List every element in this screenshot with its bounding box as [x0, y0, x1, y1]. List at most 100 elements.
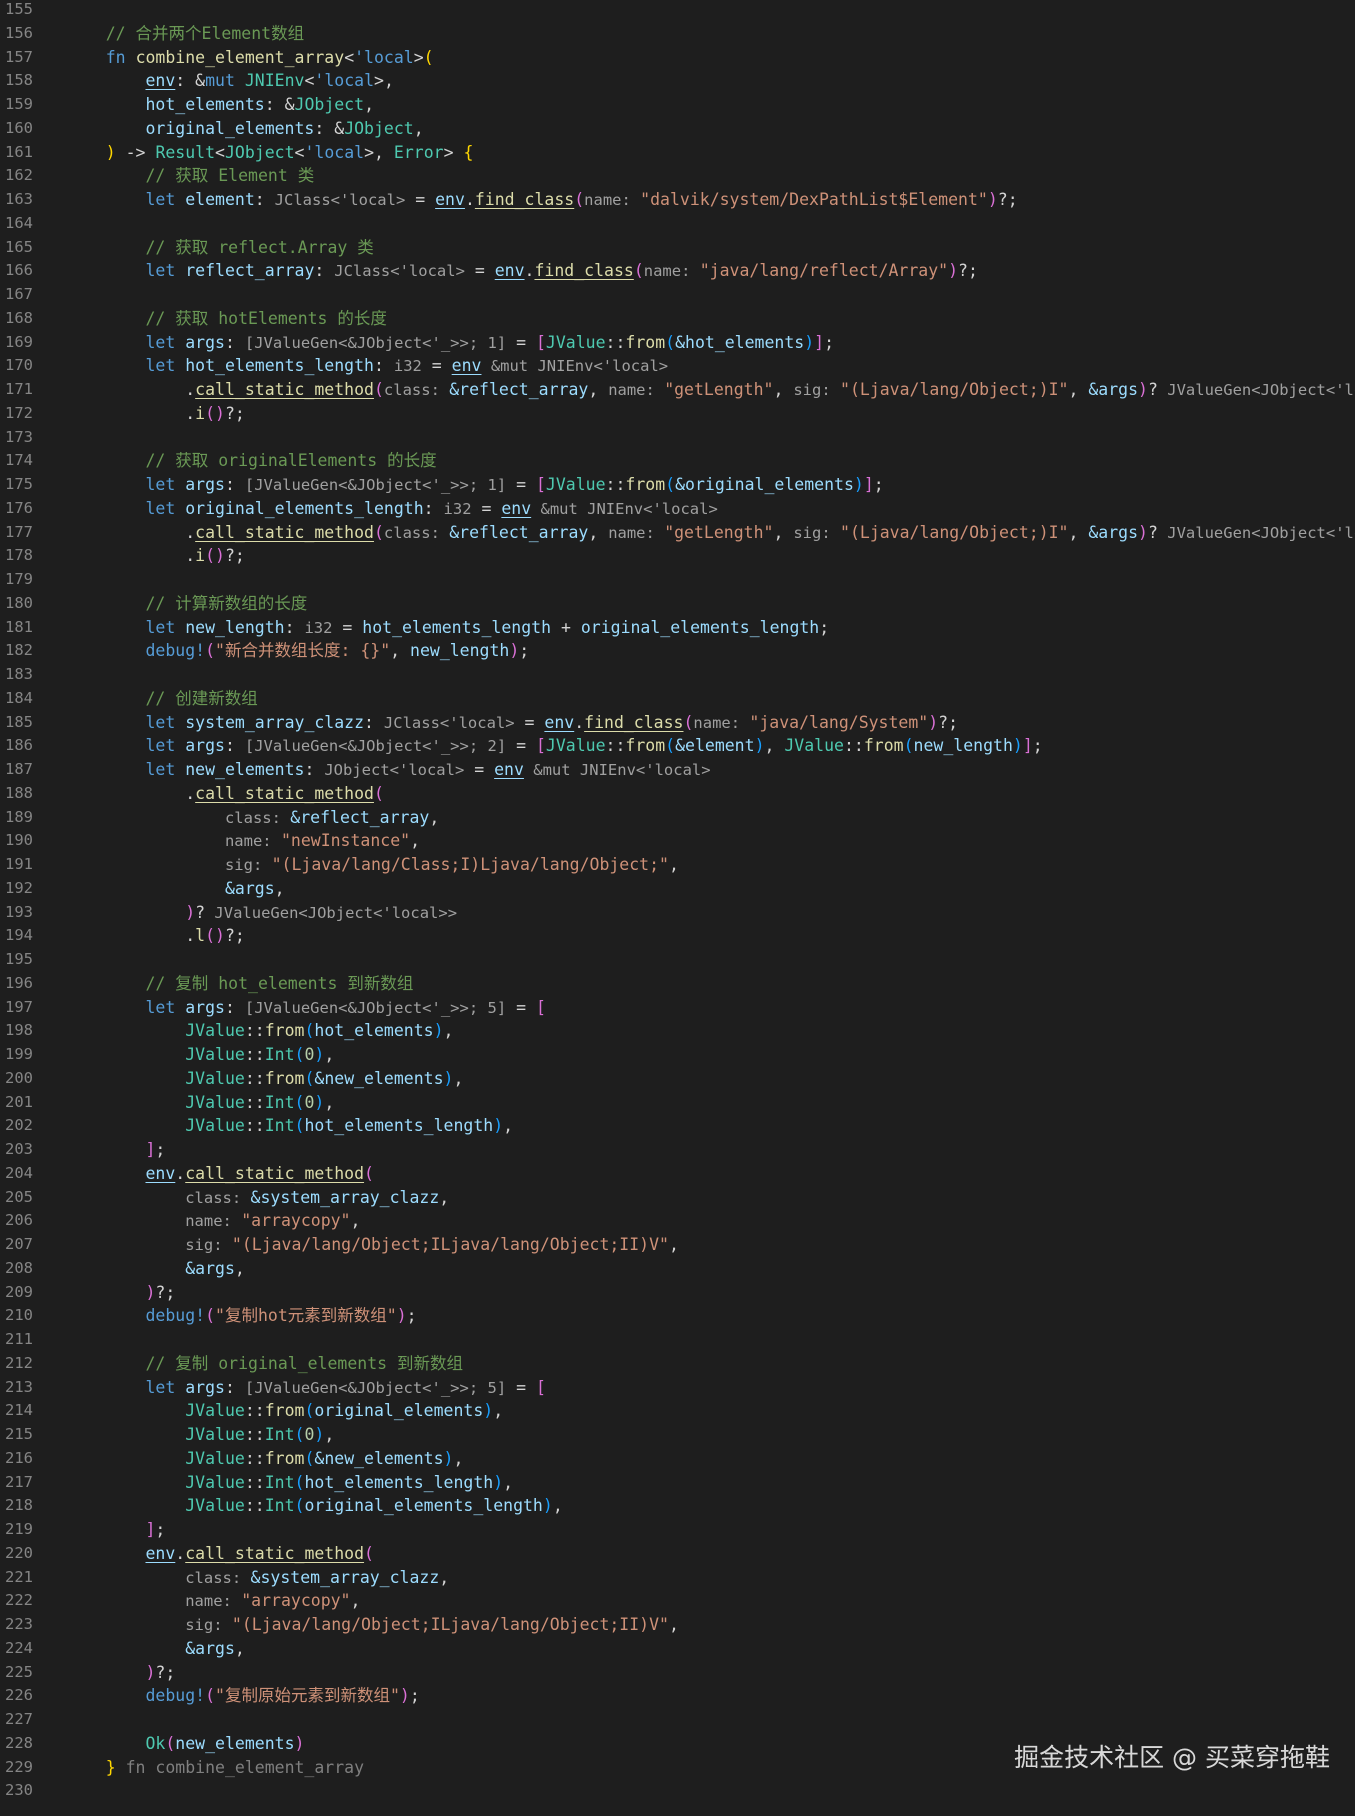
code-token: from — [625, 736, 666, 756]
code-line[interactable]: 178 .i()?; — [0, 544, 1355, 568]
code-line[interactable]: 219 ]; — [0, 1518, 1355, 1542]
code-token: &mut JNIEnv<'local> — [481, 357, 669, 376]
code-token: ) — [396, 1306, 407, 1326]
code-line[interactable]: 205 class: &system_array_clazz, — [0, 1186, 1355, 1210]
code-editor[interactable]: 155 156 // 合并两个Element数组 157 fn combine_el… — [0, 0, 1355, 1803]
code-line[interactable]: 197 let args: [JValueGen<&JObject<'_>>; … — [0, 996, 1355, 1020]
code-line[interactable]: 186 let args: [JValueGen<&JObject<'_>>; … — [0, 734, 1355, 758]
code-line[interactable]: 212 // 复制 original_elements 到新数组 — [0, 1352, 1355, 1376]
code-line[interactable]: 170 let hot_elements_length: i32 = env &… — [0, 354, 1355, 378]
code-line[interactable]: 216 JValue::from(&new_elements), — [0, 1447, 1355, 1471]
code-line[interactable]: 215 JValue::Int(0), — [0, 1423, 1355, 1447]
code-token: ?; — [224, 403, 245, 423]
code-line[interactable]: 226 debug!("复制原始元素到新数组"); — [0, 1684, 1355, 1708]
code-line[interactable]: 196 // 复制 hot_elements 到新数组 — [0, 972, 1355, 996]
code-line[interactable]: 191 sig: "(Ljava/lang/Class;I)Ljava/lang… — [0, 853, 1355, 877]
code-line[interactable]: 179 — [0, 568, 1355, 592]
code-token: JValue — [545, 332, 606, 352]
code-line[interactable]: 209 )?; — [0, 1281, 1355, 1305]
code-line[interactable]: 202 JValue::Int(hot_elements_length), — [0, 1114, 1355, 1138]
code-line[interactable]: 185 let system_array_clazz: JClass<'loca… — [0, 711, 1355, 735]
code-token: // 获取 hotElements 的长度 — [145, 308, 387, 328]
code-line[interactable]: 201 JValue::Int(0), — [0, 1091, 1355, 1115]
code-line[interactable]: 162 // 获取 Element 类 — [0, 164, 1355, 188]
code-content: ]; — [66, 1138, 165, 1162]
code-line[interactable]: 160 original_elements: &JObject, — [0, 117, 1355, 141]
code-line[interactable]: 227 — [0, 1708, 1355, 1732]
line-number: 157 — [5, 47, 33, 66]
code-line[interactable]: 192 &args, — [0, 877, 1355, 901]
code-token: ] — [814, 332, 825, 352]
code-line[interactable]: 182 debug!("新合并数组长度: {}", new_length); — [0, 639, 1355, 663]
code-line[interactable]: 180 // 计算新数组的长度 — [0, 592, 1355, 616]
code-line[interactable]: 203 ]; — [0, 1138, 1355, 1162]
code-line[interactable]: 175 let args: [JValueGen<&JObject<'_>>; … — [0, 473, 1355, 497]
code-line[interactable]: 166 let reflect_array: JClass<'local> = … — [0, 259, 1355, 283]
code-token: combine_element_array — [135, 47, 345, 67]
code-line[interactable]: 163 let element: JClass<'local> = env.fi… — [0, 188, 1355, 212]
code-line[interactable]: 157 fn combine_element_array<'local>( — [0, 46, 1355, 70]
code-line[interactable]: 171 .call_static_method(class: &reflect_… — [0, 378, 1355, 402]
code-line[interactable]: 194 .l()?; — [0, 924, 1355, 948]
code-line[interactable]: 165 // 获取 reflect.Array 类 — [0, 236, 1355, 260]
code-line[interactable]: 199 JValue::Int(0), — [0, 1043, 1355, 1067]
code-line[interactable]: 230 — [0, 1779, 1355, 1803]
code-token: call_static_method — [185, 1543, 365, 1563]
code-line[interactable]: 181 let new_length: i32 = hot_elements_l… — [0, 616, 1355, 640]
code-token: // 复制 hot_elements 到新数组 — [145, 973, 414, 993]
code-line[interactable]: 218 JValue::Int(original_elements_length… — [0, 1494, 1355, 1518]
code-token: hot_elements_length — [304, 1472, 494, 1492]
code-line[interactable]: 168 // 获取 hotElements 的长度 — [0, 307, 1355, 331]
code-line[interactable]: 207 sig: "(Ljava/lang/Object;ILjava/lang… — [0, 1233, 1355, 1257]
code-line[interactable]: 206 name: "arraycopy", — [0, 1209, 1355, 1233]
code-token: "(Ljava/lang/Object;ILjava/lang/Object;I… — [231, 1235, 669, 1254]
code-line[interactable]: 187 let new_elements: JObject<'local> = … — [0, 758, 1355, 782]
code-line[interactable]: 156 // 合并两个Element数组 — [0, 22, 1355, 46]
code-line[interactable]: 183 — [0, 663, 1355, 687]
code-line[interactable]: 184 // 创建新数组 — [0, 687, 1355, 711]
code-line[interactable]: 167 — [0, 283, 1355, 307]
code-line[interactable]: 193 )? JValueGen<JObject<'local>> — [0, 901, 1355, 925]
code-token: // 获取 Element 类 — [145, 166, 315, 186]
line-number: 223 — [5, 1615, 33, 1633]
code-line[interactable]: 221 class: &system_array_clazz, — [0, 1566, 1355, 1590]
code-line[interactable]: 214 JValue::from(original_elements), — [0, 1399, 1355, 1423]
code-token: debug! — [145, 1686, 206, 1706]
code-line[interactable]: 188 .call_static_method( — [0, 782, 1355, 806]
code-line[interactable]: 211 — [0, 1328, 1355, 1352]
code-line[interactable]: 210 debug!("复制hot元素到新数组"); — [0, 1304, 1355, 1328]
code-line[interactable]: 208 &args, — [0, 1257, 1355, 1281]
code-line[interactable]: 173 — [0, 426, 1355, 450]
code-line[interactable]: 200 JValue::from(&new_elements), — [0, 1067, 1355, 1091]
code-line[interactable]: 220 env.call_static_method( — [0, 1542, 1355, 1566]
code-line[interactable]: 176 let original_elements_length: i32 = … — [0, 497, 1355, 521]
code-line[interactable]: 155 — [0, 0, 1355, 22]
code-token: , — [364, 95, 374, 114]
code-line[interactable]: 172 .i()?; — [0, 402, 1355, 426]
code-line[interactable]: 169 let args: [JValueGen<&JObject<'_>>; … — [0, 331, 1355, 355]
code-line[interactable]: 223 sig: "(Ljava/lang/Object;ILjava/lang… — [0, 1613, 1355, 1637]
code-line[interactable]: 217 JValue::Int(hot_elements_length), — [0, 1471, 1355, 1495]
code-line[interactable]: 224 &args, — [0, 1637, 1355, 1661]
code-line[interactable]: 161 ) -> Result<JObject<'local>, Error> … — [0, 141, 1355, 165]
code-line[interactable]: 189 class: &reflect_array, — [0, 806, 1355, 830]
code-content: name: "arraycopy", — [66, 1589, 360, 1613]
code-line[interactable]: 174 // 获取 originalElements 的长度 — [0, 449, 1355, 473]
code-line[interactable]: 225 )?; — [0, 1661, 1355, 1685]
code-token: &args — [224, 878, 275, 898]
code-line[interactable]: 190 name: "newInstance", — [0, 829, 1355, 853]
code-line[interactable]: 195 — [0, 948, 1355, 972]
code-line[interactable]: 198 JValue::from(hot_elements), — [0, 1019, 1355, 1043]
code-line[interactable]: 159 hot_elements: &JObject, — [0, 93, 1355, 117]
code-line[interactable]: 204 env.call_static_method( — [0, 1162, 1355, 1186]
code-token: ( — [294, 1045, 305, 1064]
code-line[interactable]: 213 let args: [JValueGen<&JObject<'_>>; … — [0, 1376, 1355, 1400]
code-token: ) — [145, 1662, 156, 1682]
code-line[interactable]: 222 name: "arraycopy", — [0, 1589, 1355, 1613]
code-line[interactable]: 177 .call_static_method(class: &reflect_… — [0, 521, 1355, 545]
code-line[interactable]: 158 env: &mut JNIEnv<'local>, — [0, 69, 1355, 93]
code-line[interactable]: 164 — [0, 212, 1355, 236]
